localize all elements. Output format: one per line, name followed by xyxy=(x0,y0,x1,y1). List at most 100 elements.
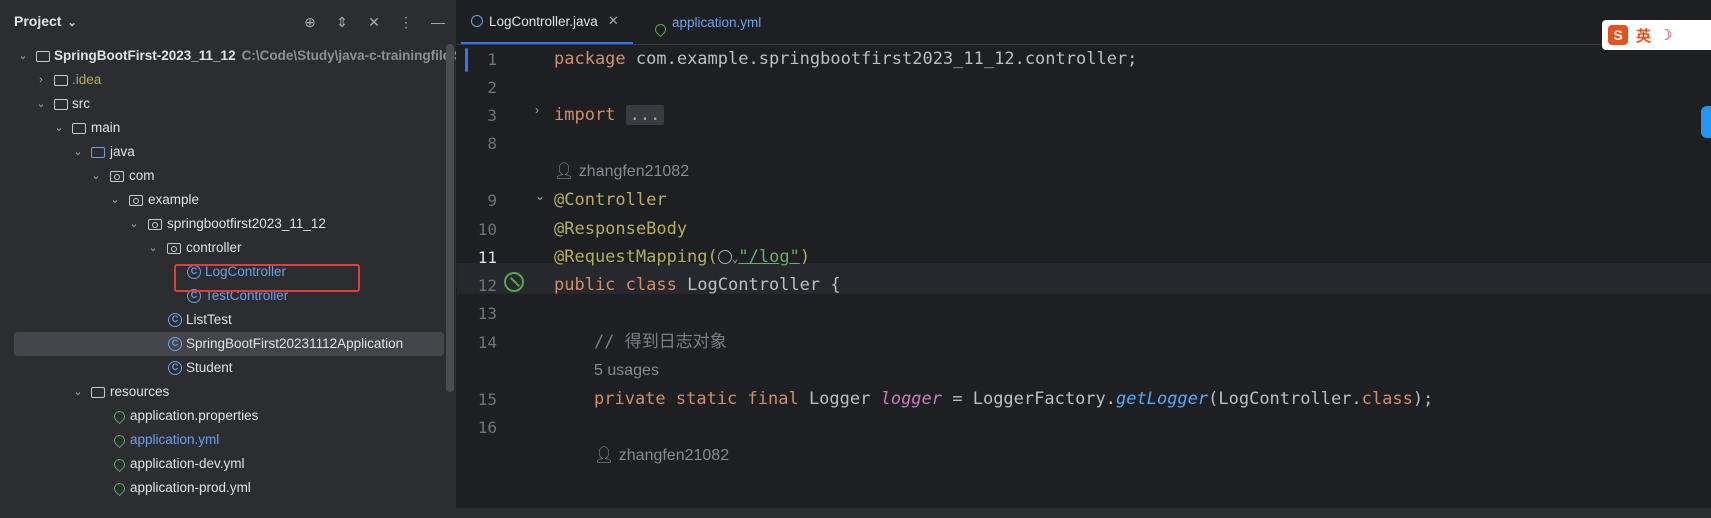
tree-item-listtest[interactable]: C ListTest xyxy=(0,308,445,332)
folded-imports[interactable]: ... xyxy=(625,105,665,125)
side-widget[interactable] xyxy=(1701,106,1711,138)
chevron-down-icon[interactable]: ⌄ xyxy=(146,236,160,260)
tree-item-main[interactable]: ⌄ main xyxy=(0,116,445,140)
tab-application-yml[interactable]: application.yml xyxy=(647,0,761,44)
chevron-down-icon[interactable]: ⌄ xyxy=(89,164,103,188)
close-icon[interactable]: ✕ xyxy=(608,13,619,29)
chevron-down-icon[interactable]: ⌄ xyxy=(71,140,85,164)
code-line-15: private static final Logger logger = Log… xyxy=(594,389,1434,409)
tree-item-com[interactable]: ⌄ com xyxy=(0,164,445,188)
tree-item-label: springbootfirst2023_11_12 xyxy=(167,216,326,231)
line-number: 10 xyxy=(477,220,497,239)
tab-logcontroller[interactable]: LogController.java ✕ xyxy=(461,0,633,44)
tree-item-label: resources xyxy=(110,384,170,399)
class-icon: C xyxy=(168,361,182,375)
code-line-1: package com.example.springbootfirst2023_… xyxy=(554,49,1138,69)
spring-boot-class-icon: C xyxy=(168,337,182,351)
tree-item-label: java xyxy=(110,144,135,159)
chevron-down-icon[interactable]: ⌄ xyxy=(16,44,30,68)
project-title: Project xyxy=(14,13,62,29)
line-number: 15 xyxy=(477,390,497,409)
package-icon xyxy=(167,243,181,254)
project-scrollbar[interactable] xyxy=(446,44,454,392)
folder-icon xyxy=(54,99,68,110)
code-editor[interactable]: LogController.java ✕ application.yml 1 2… xyxy=(457,0,1711,508)
ime-mode[interactable]: 英 xyxy=(1636,25,1651,46)
tree-item-label: example xyxy=(148,192,200,207)
minimize-icon[interactable]: — xyxy=(428,12,448,32)
moon-icon[interactable]: ☽ xyxy=(1659,26,1672,44)
folder-icon xyxy=(54,75,68,86)
project-view-selector[interactable]: Project ⌄ xyxy=(14,13,77,29)
tree-item-idea[interactable]: › .idea xyxy=(0,68,445,92)
spring-leaf-icon xyxy=(111,432,128,449)
chevron-down-icon[interactable]: ⌄ xyxy=(71,380,85,404)
code-line-10: @ResponseBody xyxy=(554,219,688,239)
run-gutter-icon[interactable] xyxy=(504,272,524,292)
tree-item-application-prod-yml[interactable]: application-prod.yml xyxy=(0,476,445,500)
line-number: 13 xyxy=(477,304,497,323)
class-icon xyxy=(471,15,483,27)
tree-item-label: application-dev.yml xyxy=(130,456,245,471)
tree-item-label: SpringBootFirst-2023_11_12 xyxy=(54,48,236,63)
spring-leaf-icon xyxy=(652,21,669,37)
tree-item-controller[interactable]: ⌄ controller xyxy=(0,236,445,260)
class-icon: C xyxy=(168,313,182,327)
line-number: 16 xyxy=(477,418,497,437)
chevron-down-icon[interactable]: ⌄ xyxy=(127,212,141,236)
tree-item-application-class[interactable]: C SpringBootFirst20231112Application xyxy=(14,332,444,356)
line-number: 3 xyxy=(487,106,497,125)
tree-item-springbootfirst[interactable]: ⌄ springbootfirst2023_11_12 xyxy=(0,212,445,236)
project-panel: Project ⌄ ⊕ ⇕ ✕ ⋮ — ⌄ SpringBootFirst-202… xyxy=(0,0,457,508)
tree-item-application-yml[interactable]: application.yml xyxy=(0,428,445,452)
editor-tabs: LogController.java ✕ application.yml xyxy=(457,0,1711,45)
code-line-11: @RequestMapping(⌄"/log") xyxy=(554,247,811,267)
tree-item-example[interactable]: ⌄ example xyxy=(0,188,445,212)
tree-item-student[interactable]: C Student xyxy=(0,356,445,380)
locate-icon[interactable]: ⊕ xyxy=(300,12,320,32)
tree-item-label: .idea xyxy=(72,72,102,87)
spring-leaf-icon xyxy=(111,456,128,473)
module-icon xyxy=(36,51,50,62)
line-number: 9 xyxy=(487,191,497,210)
chevron-down-icon[interactable]: ⌄ xyxy=(52,116,66,140)
spring-leaf-icon xyxy=(111,408,128,425)
collapse-all-icon[interactable]: ✕ xyxy=(364,12,384,32)
module-path: C:\Code\Study\java-c-trainingfile\Sp xyxy=(241,48,457,63)
folder-icon xyxy=(72,123,86,134)
globe-icon[interactable] xyxy=(717,250,732,264)
expand-all-icon[interactable]: ⇕ xyxy=(332,12,352,32)
source-folder-icon xyxy=(91,147,105,158)
chevron-down-icon: ⌄ xyxy=(67,17,77,29)
package-icon xyxy=(110,171,124,182)
user-icon: 👤︎ xyxy=(554,163,575,180)
author-hint[interactable]: 👤︎ zhangfen21082 xyxy=(594,440,729,471)
tree-item-label: SpringBootFirst20231112Application xyxy=(186,336,404,351)
code-line-9: @Controller xyxy=(554,190,667,210)
usages-hint[interactable]: 5 usages xyxy=(594,355,659,386)
project-header: Project ⌄ ⊕ ⇕ ✕ ⋮ — xyxy=(0,0,456,44)
tree-item-label: com xyxy=(129,168,155,183)
code-line-12: public class LogController { xyxy=(554,275,841,295)
author-hint[interactable]: 👤︎ zhangfen21082 xyxy=(554,156,689,187)
chevron-right-icon[interactable]: › xyxy=(34,68,48,92)
package-icon xyxy=(148,219,162,230)
line-number: 12 xyxy=(477,276,497,295)
package-icon xyxy=(129,195,143,206)
tree-item-src[interactable]: ⌄ src xyxy=(0,92,445,116)
tree-item-java[interactable]: ⌄ java xyxy=(0,140,445,164)
chevron-down-icon[interactable]: ⌄ xyxy=(108,188,122,212)
resources-folder-icon xyxy=(91,387,105,398)
tree-item-label: Student xyxy=(186,360,233,375)
tab-label: application.yml xyxy=(672,14,762,30)
tree-item-resources[interactable]: ⌄ resources xyxy=(0,380,445,404)
chevron-down-icon[interactable]: ⌄ xyxy=(535,189,545,203)
chevron-down-icon[interactable]: ⌄ xyxy=(34,92,48,116)
ime-toolbar[interactable]: S 英 ☽ xyxy=(1602,20,1711,50)
tree-item-label: application.properties xyxy=(130,408,259,423)
tree-item-application-dev-yml[interactable]: application-dev.yml xyxy=(0,452,445,476)
tree-item-module[interactable]: ⌄ SpringBootFirst-2023_11_12 C:\Code\Stud… xyxy=(0,44,456,68)
tree-item-application-properties[interactable]: application.properties xyxy=(0,404,445,428)
chevron-right-icon[interactable]: › xyxy=(535,103,539,117)
more-options-icon[interactable]: ⋮ xyxy=(396,12,416,32)
